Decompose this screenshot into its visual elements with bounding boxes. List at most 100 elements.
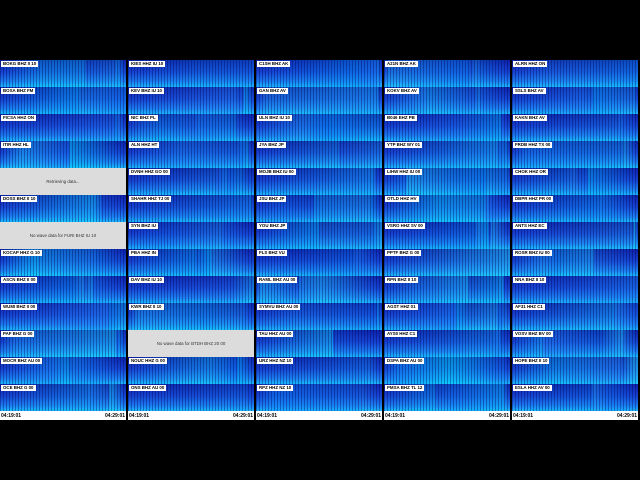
spectrogram-panel[interactable]: KAKN BHZ AV [512, 114, 638, 141]
station-label: YTP BHZ WY 01 [385, 142, 423, 148]
spectrogram-panel[interactable]: JSU BHZ JP [256, 195, 382, 222]
spectrogram-panel[interactable]: PBA HHZ IN [128, 249, 254, 276]
spectrogram-panel[interactable]: OTLD HHZ HV [384, 195, 510, 222]
spectrogram-panel[interactable]: MOJB BHZ IU 00 [256, 168, 382, 195]
time-start-label: 04:19:01 [129, 413, 150, 419]
spectrogram-panel[interactable]: RAML BHZ AU 00 [256, 276, 382, 303]
spectrogram-panel[interactable]: SYMVU BHZ AU 00 [256, 303, 382, 330]
spectrogram-panel[interactable]: SHAHR HHZ TJ 00 [128, 195, 254, 222]
station-label: ROSR BHZ IU 00 [513, 250, 552, 256]
spectrogram-panel[interactable]: SSLS BHZ AV [512, 87, 638, 114]
station-label: DBPR HHZ PR 00 [513, 196, 554, 202]
status-message: Retrieving data... [46, 179, 80, 184]
spectrogram-panel[interactable]: CHOK HHZ OR [512, 168, 638, 195]
spectrogram-panel[interactable]: DVNH HHZ GO 00 [128, 168, 254, 195]
spectrogram-panel[interactable]: KEV BHZ IU 10 [128, 87, 254, 114]
station-label: PAF BHZ G 00 [1, 331, 35, 337]
spectrogram-panel[interactable]: MOCR BHZ AU 00 [0, 357, 126, 384]
spectrogram-panel[interactable]: JYA BHZ JP [256, 141, 382, 168]
spectrogram-panel[interactable]: BOSA BHZ FM [0, 87, 126, 114]
station-label: WUMI BHZ II 00 [1, 304, 38, 310]
spectrogram-panel[interactable]: B046 EHZ PB [384, 114, 510, 141]
station-label: OCE BHZ G 00 [1, 385, 36, 391]
spectrogram-panel[interactable]: No wave data for BTDH BHZ 20 00 [128, 330, 254, 357]
station-label: ALN HHZ HT [129, 142, 160, 148]
station-label: BOKG BHZ II 10 [1, 61, 39, 67]
spectrogram-panel[interactable]: KOKV BHZ AV [384, 87, 510, 114]
spectrogram-panel[interactable]: TAU HHZ AU 00 [256, 330, 382, 357]
spectrogram-panel[interactable]: ITIR HHZ HL [0, 141, 126, 168]
station-label: KOKV BHZ AV [385, 88, 419, 94]
spectrogram-panel[interactable]: BOKG BHZ II 10 [0, 60, 126, 87]
station-label: VOSV BHZ BV 00 [513, 331, 553, 337]
time-axis: 04:19:01 04:29:01 [512, 412, 638, 420]
spectrogram-panel[interactable]: VOSV BHZ BV 00 [512, 330, 638, 357]
spectrogram-panel[interactable]: DOSS BHZ II 10 [0, 195, 126, 222]
spectrogram-panel[interactable]: PPTF BHZ G 00 [384, 249, 510, 276]
station-column-3: C1SH BHZ AK GAN BHZ AV ULN BHZ IU 10 JYA BH… [256, 60, 382, 412]
spectrogram-panel[interactable]: NOUC HHZ G 00 [128, 357, 254, 384]
spectrogram-panel[interactable]: RPZ HHZ NZ 10 [256, 384, 382, 411]
station-label: SYMVU BHZ AU 00 [257, 304, 301, 310]
spectrogram-panel[interactable]: ALN HHZ HT [128, 141, 254, 168]
station-label: PPTF BHZ G 00 [385, 250, 422, 256]
station-label: AGST HHZ 01 [385, 304, 418, 310]
station-label: A21N BHZ AK [385, 61, 418, 67]
spectrogram-panel[interactable]: ANTS HHZ EC [512, 222, 638, 249]
station-label: RPN BHZ II 10 [385, 277, 419, 283]
time-start-label: 04:19:01 [385, 413, 406, 419]
spectrogram-panel[interactable]: ONS BHZ AU 00 [128, 384, 254, 411]
spectrogram-panel[interactable]: C1SH BHZ AK [256, 60, 382, 87]
spectrogram-panel[interactable]: KWR BHZ II 10 [128, 303, 254, 330]
spectrogram-panel[interactable]: No wave data for FURI BHZ IU 10 [0, 222, 126, 249]
spectrogram-panel[interactable]: PAF BHZ G 00 [0, 330, 126, 357]
spectrogram-panel[interactable]: OCE BHZ G 00 [0, 384, 126, 411]
station-label: KAKN BHZ AV [513, 115, 547, 121]
spectrogram-panel[interactable]: FRDB HHZ TX 00 [512, 141, 638, 168]
station-label: DSPA BHZ AU 00 [385, 358, 425, 364]
spectrogram-panel[interactable]: ESLA HHZ AV 00 [512, 384, 638, 411]
spectrogram-panel[interactable]: ALRN HHZ ON [512, 60, 638, 87]
spectrogram-panel[interactable]: WUMI BHZ II 00 [0, 303, 126, 330]
spectrogram-panel[interactable]: ULN BHZ IU 10 [256, 114, 382, 141]
station-label: DAV BHZ IU 10 [129, 277, 164, 283]
station-label: LIHW HHZ IU 00 [385, 169, 423, 175]
station-label: TAU HHZ AU 00 [257, 331, 294, 337]
spectrogram-panel[interactable]: HOPE BHZ II 10 [512, 357, 638, 384]
spectrogram-panel[interactable]: YTP BHZ WY 01 [384, 141, 510, 168]
station-label: YOU BHZ JP [257, 223, 288, 229]
spectrogram-panel[interactable]: LIHW HHZ IU 00 [384, 168, 510, 195]
spectrogram-panel[interactable]: AF31 HHZ C1 [512, 303, 638, 330]
spectrogram-panel[interactable]: ASCN BHZ II 00 [0, 276, 126, 303]
spectrogram-panel[interactable]: DAV BHZ IU 10 [128, 276, 254, 303]
spectrogram-grid: BOKG BHZ II 10 BOSA BHZ FM FICSA HHZ ON ITI… [0, 60, 640, 420]
station-label: JYA BHZ JP [257, 142, 286, 148]
spectrogram-panel[interactable]: AYS0 HHZ C1 [384, 330, 510, 357]
spectrogram-panel[interactable]: ROSR BHZ IU 00 [512, 249, 638, 276]
spectrogram-panel[interactable]: DBPR HHZ PR 00 [512, 195, 638, 222]
spectrogram-panel[interactable]: FLS BHZ VU [256, 249, 382, 276]
station-label: VSRO HHZ SV 00 [385, 223, 425, 229]
spectrogram-panel[interactable]: YOU BHZ JP [256, 222, 382, 249]
spectrogram-panel[interactable]: DSPA BHZ AU 00 [384, 357, 510, 384]
station-label: AF31 HHZ C1 [513, 304, 545, 310]
spectrogram-panel[interactable]: URZ HHZ NZ 10 [256, 357, 382, 384]
spectrogram-panel[interactable]: NNA BHZ II 10 [512, 276, 638, 303]
spectrogram-panel[interactable]: RPN BHZ II 10 [384, 276, 510, 303]
spectrogram-panel[interactable]: FICSA HHZ ON [0, 114, 126, 141]
station-label: MOJB BHZ IU 00 [257, 169, 296, 175]
spectrogram-panel[interactable]: Retrieving data... [0, 168, 126, 195]
station-label: B046 EHZ PB [385, 115, 417, 121]
spectrogram-panel[interactable]: NIC BHZ PL [128, 114, 254, 141]
station-label: ASCN BHZ II 00 [1, 277, 38, 283]
spectrogram-panel[interactable]: A21N BHZ AK [384, 60, 510, 87]
spectrogram-panel[interactable]: VSRO HHZ SV 00 [384, 222, 510, 249]
spectrogram-panel[interactable]: AGST HHZ 01 [384, 303, 510, 330]
station-label: JSU BHZ JP [257, 196, 287, 202]
spectrogram-panel[interactable]: KIES HHZ IU 10 [128, 60, 254, 87]
spectrogram-panel[interactable]: PMSA BHZ TL 12 [384, 384, 510, 411]
spectrogram-panel[interactable]: KOCAP HHZ G 10 [0, 249, 126, 276]
spectrogram-panel[interactable]: GAN BHZ AV [256, 87, 382, 114]
spectrogram-panel[interactable]: SYN BHZ IU [128, 222, 254, 249]
station-label: ANTS HHZ EC [513, 223, 547, 229]
